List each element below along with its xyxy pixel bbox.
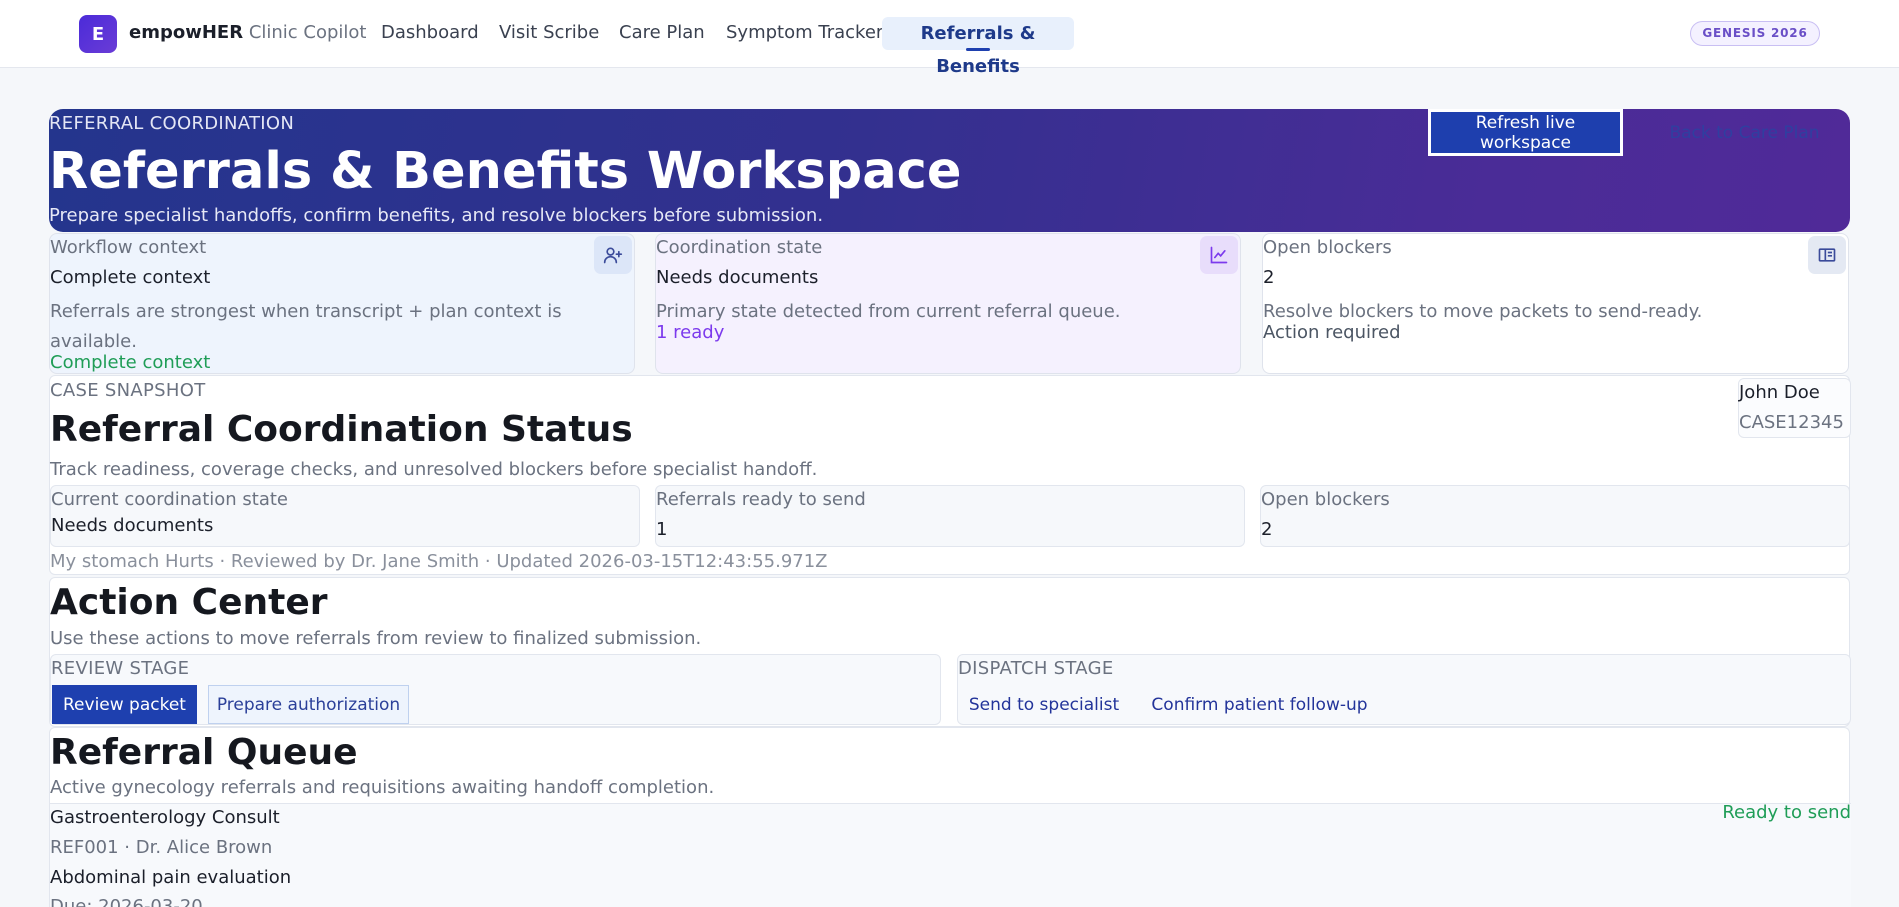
line-chart-icon (1200, 236, 1238, 274)
hero-eyebrow: REFERRAL COORDINATION (49, 113, 295, 134)
send-to-specialist-button[interactable]: Send to specialist (959, 685, 1129, 724)
brand-logo[interactable]: E (79, 15, 117, 53)
prepare-authorization-button[interactable]: Prepare authorization (208, 685, 409, 724)
case-snapshot-eyebrow: CASE SNAPSHOT (50, 380, 206, 401)
review-packet-button[interactable]: Review packet (52, 685, 197, 724)
open-blockers-card: Open blockers 2 Resolve blockers to move… (1262, 233, 1849, 374)
coordination-state-desc: Primary state detected from current refe… (656, 301, 1121, 322)
action-center-subtitle: Use these actions to move referrals from… (50, 628, 702, 649)
nav-item-visit-scribe[interactable]: Visit Scribe (499, 22, 599, 43)
metric-coordination-state: Current coordination state Needs documen… (50, 485, 640, 547)
hero-subtitle: Prepare specialist handoffs, confirm ben… (49, 205, 824, 226)
metric-value: Needs documents (51, 515, 214, 536)
dispatch-stage: DISPATCH STAGE Send to specialist Confir… (957, 654, 1851, 725)
workflow-context-value: Complete context (50, 267, 211, 288)
brand-name-light: Clinic Copilot (248, 22, 367, 43)
patient-name: John Doe (1739, 382, 1820, 403)
coordination-state-value: Needs documents (656, 267, 819, 288)
patient-case-id: CASE12345 (1739, 412, 1844, 433)
metric-open-blockers: Open blockers 2 (1260, 485, 1850, 547)
page-title: Referrals & Benefits Workspace (49, 142, 962, 201)
review-stage: REVIEW STAGE Review packet Prepare autho… (50, 654, 941, 725)
action-center-panel: Action Center Use these actions to move … (49, 577, 1851, 727)
patient-card: John Doe CASE12345 (1738, 378, 1851, 438)
case-snapshot-title: Referral Coordination Status (50, 409, 633, 450)
panel-icon (1808, 236, 1846, 274)
workflow-context-status: Complete context (50, 352, 211, 373)
workflow-context-label: Workflow context (50, 237, 207, 258)
brand-name-strong: empowHER (129, 22, 244, 43)
referral-title: Gastroenterology Consult (50, 807, 280, 828)
workflow-context-card: Workflow context Complete context Referr… (49, 233, 635, 374)
case-meta: My stomach Hurts · Reviewed by Dr. Jane … (50, 551, 828, 572)
nav-item-dashboard[interactable]: Dashboard (381, 22, 479, 43)
case-snapshot-panel: CASE SNAPSHOT Referral Coordination Stat… (49, 375, 1851, 575)
metric-label: Current coordination state (51, 489, 288, 510)
coordination-state-label: Coordination state (656, 237, 823, 258)
open-blockers-label: Open blockers (1263, 237, 1392, 258)
referral-queue-subtitle: Active gynecology referrals and requisit… (50, 777, 715, 798)
nav-item-referrals-benefits[interactable]: Referrals & Benefits (882, 17, 1074, 77)
refresh-workspace-button[interactable]: Refresh live workspace (1428, 109, 1623, 156)
open-blockers-action: Action required (1263, 322, 1401, 343)
referral-queue-title: Referral Queue (50, 732, 358, 773)
top-nav: E empowHER Clinic Copilot Dashboard Visi… (0, 0, 1899, 77)
nav-active-indicator (966, 48, 990, 51)
metric-referrals-ready: Referrals ready to send 1 (655, 485, 1245, 547)
referral-list-item[interactable]: Gastroenterology Consult REF001 · Dr. Al… (50, 802, 1851, 907)
open-blockers-value: 2 (1263, 267, 1275, 288)
nav-item-symptom-tracker[interactable]: Symptom Tracker (726, 22, 883, 43)
user-plus-icon (594, 236, 632, 274)
metric-label: Open blockers (1261, 489, 1390, 510)
metric-label: Referrals ready to send (656, 489, 866, 510)
referral-id-provider: REF001 · Dr. Alice Brown (50, 837, 273, 858)
dispatch-stage-label: DISPATCH STAGE (958, 658, 1114, 679)
action-center-title: Action Center (50, 582, 328, 623)
workflow-context-desc: Referrals are strongest when transcript … (50, 301, 562, 352)
metric-value: 2 (1261, 519, 1273, 540)
referral-queue-panel: Referral Queue Active gynecology referra… (49, 727, 1851, 907)
genesis-badge: GENESIS 2026 (1690, 21, 1820, 46)
nav-item-care-plan[interactable]: Care Plan (619, 22, 705, 43)
confirm-follow-up-button[interactable]: Confirm patient follow-up (1145, 685, 1374, 724)
review-stage-label: REVIEW STAGE (51, 658, 190, 679)
coordination-ready-count: 1 ready (656, 322, 725, 343)
back-to-care-plan-button[interactable]: Back to Care Plan (1639, 109, 1850, 156)
referral-due-date: Due: 2026-03-20 (50, 896, 203, 907)
case-snapshot-subtitle: Track readiness, coverage checks, and un… (50, 459, 818, 480)
referral-status-badge: Ready to send (1722, 802, 1851, 823)
hero-banner: REFERRAL COORDINATION Referrals & Benefi… (49, 109, 1850, 232)
coordination-state-card: Coordination state Needs documents Prima… (655, 233, 1241, 374)
referral-reason: Abdominal pain evaluation (50, 867, 292, 888)
metric-value: 1 (656, 519, 668, 540)
brand-name[interactable]: empowHER Clinic Copilot (129, 22, 367, 43)
